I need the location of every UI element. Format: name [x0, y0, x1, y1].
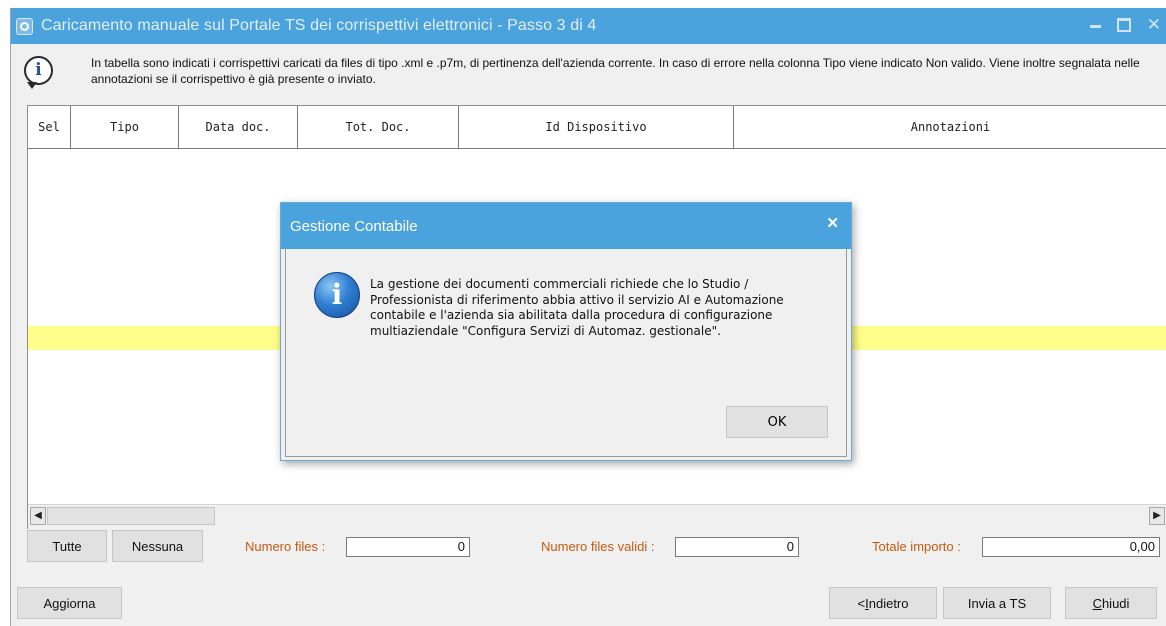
- refresh-button[interactable]: Aggiorna: [17, 587, 122, 619]
- column-header-data-doc[interactable]: Data doc.: [179, 106, 298, 148]
- select-none-button[interactable]: Nessuna: [112, 530, 203, 562]
- column-header-tot-doc[interactable]: Tot. Doc.: [298, 106, 459, 148]
- minimize-icon[interactable]: [1089, 25, 1101, 28]
- close-icon[interactable]: ✕: [1147, 16, 1161, 34]
- send-to-ts-button[interactable]: Invia a TS: [943, 587, 1051, 619]
- dialog-title-bar[interactable]: Gestione Contabile ✕: [281, 203, 851, 249]
- select-all-button[interactable]: Tutte: [27, 530, 107, 562]
- valid-files-label: Numero files validi :: [541, 539, 655, 554]
- window-controls: ✕: [1089, 16, 1161, 34]
- app-icon: [16, 17, 33, 35]
- info-panel: i In tabella sono indicati i corrispetti…: [11, 52, 1166, 98]
- horizontal-scrollbar[interactable]: ◀ ▶: [28, 504, 1166, 529]
- info-icon-tail: [27, 82, 37, 89]
- column-header-tipo[interactable]: Tipo: [71, 106, 179, 148]
- title-bar[interactable]: Caricamento manuale sul Portale TS dei c…: [11, 8, 1166, 44]
- files-count-field[interactable]: 0: [346, 537, 470, 557]
- column-header-sel[interactable]: Sel: [28, 106, 71, 148]
- table-header: Sel Tipo Data doc. Tot. Doc. Id Disposit…: [28, 106, 1166, 149]
- scroll-left-icon[interactable]: ◀: [30, 507, 46, 525]
- column-header-id-dispositivo[interactable]: Id Dispositivo: [459, 106, 734, 148]
- scroll-thumb[interactable]: [47, 507, 215, 525]
- back-label-prefix: <: [857, 595, 866, 611]
- ok-button[interactable]: OK: [726, 406, 828, 438]
- dialog-close-icon[interactable]: ✕: [826, 214, 839, 232]
- back-button[interactable]: < Indietro: [829, 587, 937, 619]
- valid-files-field[interactable]: 0: [675, 537, 799, 557]
- column-header-annotazioni[interactable]: Annotazioni: [734, 106, 1166, 148]
- close-label-key: C: [1092, 595, 1102, 611]
- files-count-label: Numero files :: [245, 539, 326, 554]
- total-amount-label: Totale importo :: [872, 539, 961, 554]
- info-icon: i: [24, 56, 53, 85]
- info-text: In tabella sono indicati i corrispettivi…: [91, 56, 1140, 86]
- window-title: Caricamento manuale sul Portale TS dei c…: [41, 17, 597, 34]
- message-dialog: Gestione Contabile ✕ i La gestione dei d…: [280, 202, 852, 461]
- scroll-right-icon[interactable]: ▶: [1149, 507, 1165, 525]
- dialog-body: i La gestione dei documenti commerciali …: [285, 249, 847, 457]
- close-button[interactable]: Chiudi: [1065, 587, 1157, 619]
- information-icon: i: [314, 272, 360, 318]
- close-label-rest: hiudi: [1101, 595, 1130, 611]
- back-label-rest: ndietro: [868, 595, 909, 611]
- dialog-message: La gestione dei documenti commerciali ri…: [370, 277, 784, 338]
- dialog-title: Gestione Contabile: [290, 218, 418, 235]
- total-amount-field[interactable]: 0,00: [982, 537, 1160, 557]
- maximize-icon[interactable]: [1116, 18, 1131, 32]
